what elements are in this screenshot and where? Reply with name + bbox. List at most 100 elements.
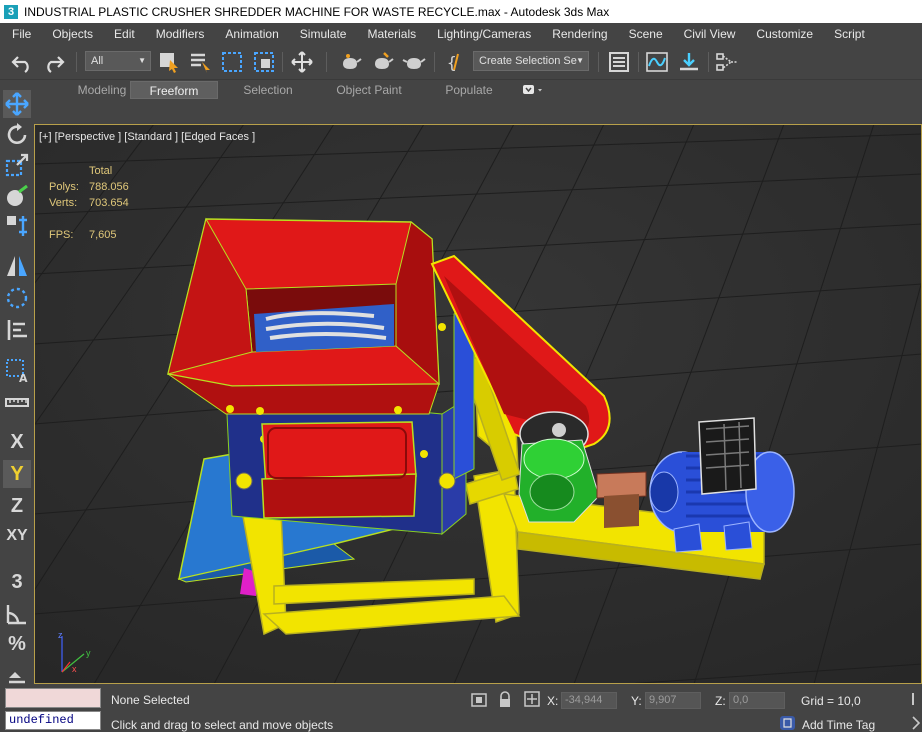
- main-toolbar: All ▼ { Create Selection Se ▼: [0, 44, 922, 80]
- ribbon-options-icon[interactable]: [522, 84, 544, 96]
- render-setup-teapot-icon[interactable]: [338, 50, 362, 74]
- toolbar-separator: [76, 52, 77, 72]
- menu-rendering[interactable]: Rendering: [540, 27, 616, 41]
- axis-y-label: y: [86, 648, 91, 658]
- edit-named-selection-icon[interactable]: {: [444, 50, 468, 74]
- menu-lighting-cameras[interactable]: Lighting/Cameras: [425, 27, 540, 41]
- layer-list-icon[interactable]: [3, 316, 31, 344]
- menu-simulate[interactable]: Simulate: [288, 27, 356, 41]
- time-tag-icon[interactable]: [779, 715, 796, 731]
- menu-modifiers[interactable]: Modifiers: [144, 27, 214, 41]
- toolbar-separator: [326, 52, 327, 72]
- constrain-xy-button[interactable]: XY: [3, 522, 31, 550]
- select-object-icon[interactable]: [157, 50, 181, 74]
- tab-selection[interactable]: Selection: [228, 81, 308, 99]
- selection-status: None Selected: [111, 693, 190, 707]
- y-coord-label: Y:: [631, 694, 642, 708]
- time-slider-start-icon[interactable]: [912, 692, 920, 706]
- constrain-y-button[interactable]: Y: [3, 460, 31, 488]
- menu-scene[interactable]: Scene: [617, 27, 672, 41]
- snap-toggle-icon[interactable]: [3, 212, 31, 240]
- window-title: INDUSTRIAL PLASTIC CRUSHER SHREDDER MACH…: [24, 4, 610, 19]
- chevron-down-icon: ▼: [576, 56, 584, 65]
- time-slider-end-icon[interactable]: [912, 716, 920, 730]
- menu-customize[interactable]: Customize: [744, 27, 822, 41]
- selection-lock-icon[interactable]: A: [3, 356, 31, 384]
- schematic-view-icon[interactable]: [715, 50, 739, 74]
- constrain-x-button[interactable]: X: [3, 428, 31, 456]
- snap-3d-button[interactable]: 3: [3, 568, 31, 596]
- svg-text:A: A: [19, 372, 28, 384]
- polys-value: 788.056: [89, 181, 129, 193]
- menu-materials[interactable]: Materials: [355, 27, 425, 41]
- rotate-tool-icon[interactable]: [3, 121, 31, 149]
- toolbar-separator: [434, 52, 435, 72]
- selection-lock-toggle-icon[interactable]: [498, 691, 512, 708]
- z-coord-field[interactable]: 0,0: [729, 692, 785, 709]
- maxscript-output[interactable]: undefined: [5, 711, 101, 730]
- constrain-z-button[interactable]: Z: [3, 492, 31, 520]
- tab-object-paint[interactable]: Object Paint: [324, 81, 414, 99]
- menu-objects[interactable]: Objects: [40, 27, 102, 41]
- maxscript-listener-input[interactable]: [5, 688, 101, 708]
- named-selection-set-dropdown[interactable]: Create Selection Se ▼: [473, 51, 589, 71]
- axis-z-label: z: [58, 630, 63, 640]
- prompt-line: Click and drag to select and move object…: [111, 718, 334, 732]
- perspective-viewport[interactable]: [+] [Perspective ] [Standard ] [Edged Fa…: [34, 124, 922, 684]
- coupling-base: [604, 494, 639, 528]
- chevron-down-icon: ▼: [138, 56, 146, 65]
- named-selection-set-value: Create Selection Se: [479, 55, 577, 67]
- app-icon: 3: [4, 4, 18, 19]
- stats-total-header: Total: [89, 165, 113, 177]
- x-coord-field[interactable]: -34,944: [561, 692, 617, 709]
- select-and-move-icon[interactable]: [290, 50, 314, 74]
- title-bar: 3 INDUSTRIAL PLASTIC CRUSHER SHREDDER MA…: [0, 0, 922, 23]
- 3ds-max-window: 3 INDUSTRIAL PLASTIC CRUSHER SHREDDER MA…: [0, 0, 922, 732]
- select-by-name-icon[interactable]: [188, 50, 212, 74]
- align-icon[interactable]: [3, 284, 31, 312]
- fps-value: 7,605: [89, 229, 117, 241]
- menu-bar: File Objects Edit Modifiers Animation Si…: [0, 23, 922, 44]
- polys-label: Polys:: [49, 181, 79, 193]
- y-coord-field[interactable]: 9,907: [645, 692, 701, 709]
- redo-icon[interactable]: [42, 50, 66, 74]
- paint-select-icon[interactable]: [3, 182, 31, 210]
- collector-box: [261, 421, 417, 519]
- dope-sheet-icon[interactable]: [677, 50, 701, 74]
- rendered-frame-teapot-icon[interactable]: [370, 50, 394, 74]
- viewport-scene: [34, 124, 922, 684]
- menu-civil-view[interactable]: Civil View: [672, 27, 745, 41]
- window-crossing-icon[interactable]: [252, 50, 276, 74]
- measure-ruler-icon[interactable]: [3, 388, 31, 416]
- menu-animation[interactable]: Animation: [213, 27, 287, 41]
- add-time-tag-button[interactable]: Add Time Tag: [802, 718, 875, 732]
- teapot-icon[interactable]: [402, 50, 426, 74]
- tab-freeform[interactable]: Freeform: [130, 81, 218, 99]
- left-command-toolbar: A X Y Z XY 3 %: [0, 88, 34, 684]
- scale-tool-icon[interactable]: [3, 151, 31, 179]
- toolbar-separator: [638, 52, 639, 72]
- absolute-mode-transform-icon[interactable]: [524, 691, 540, 707]
- undo-icon[interactable]: [10, 50, 34, 74]
- status-bar: undefined None Selected Click and drag t…: [0, 684, 922, 732]
- toolbar-separator: [282, 52, 283, 72]
- tab-populate[interactable]: Populate: [434, 81, 504, 99]
- viewport-label-menu[interactable]: [+] [Perspective ] [Standard ] [Edged Fa…: [39, 131, 255, 143]
- curve-editor-icon[interactable]: [645, 50, 669, 74]
- ribbon-tab-bar: Modeling Freeform Selection Object Paint…: [38, 80, 922, 100]
- menu-edit[interactable]: Edit: [102, 27, 144, 41]
- isolate-selection-icon[interactable]: [470, 692, 488, 708]
- menu-file[interactable]: File: [0, 27, 40, 41]
- fps-label: FPS:: [49, 229, 74, 241]
- percent-snap-button[interactable]: %: [3, 630, 31, 658]
- z-coord-label: Z:: [715, 694, 726, 708]
- menu-script[interactable]: Script: [822, 27, 874, 41]
- angle-snap-icon[interactable]: [3, 600, 31, 628]
- mirror-icon[interactable]: [3, 252, 31, 280]
- selection-filter-dropdown[interactable]: All ▼: [85, 51, 151, 71]
- grid-size-readout: Grid = 10,0: [801, 694, 861, 708]
- x-coord-label: X:: [547, 694, 559, 708]
- rectangular-selection-icon[interactable]: [220, 50, 244, 74]
- move-tool-icon[interactable]: [3, 90, 31, 118]
- layer-explorer-icon[interactable]: [607, 50, 631, 74]
